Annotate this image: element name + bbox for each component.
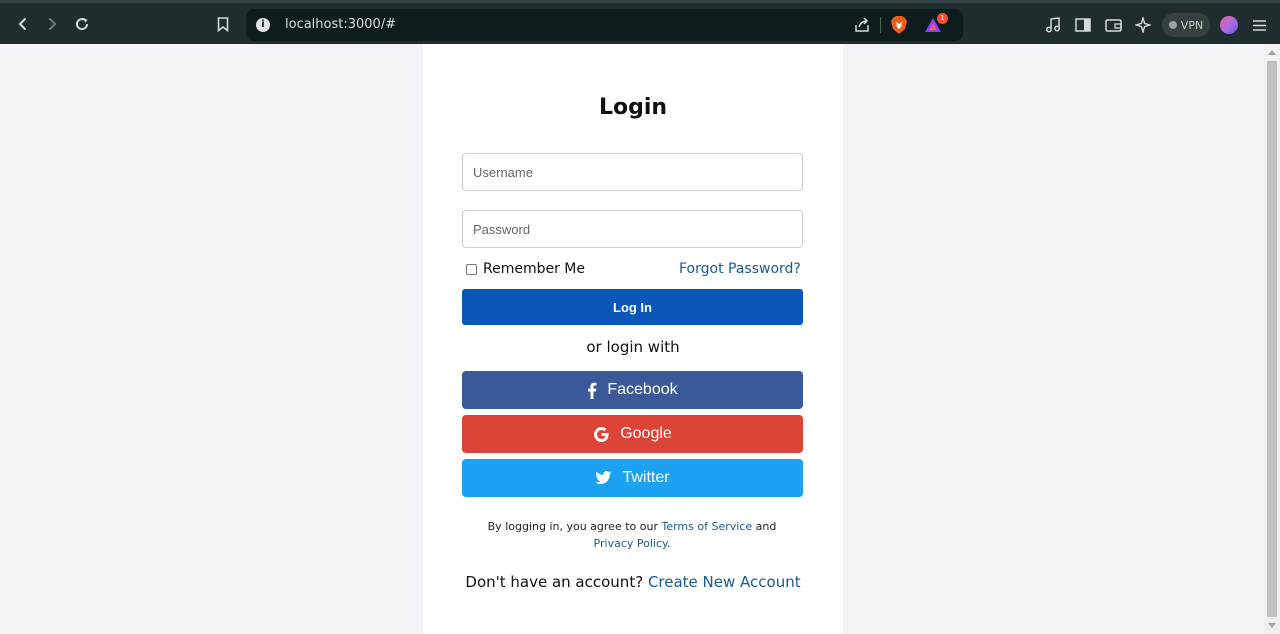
media-icon[interactable] (1043, 15, 1063, 35)
vpn-label: VPN (1180, 18, 1204, 32)
url-divider (880, 17, 881, 33)
facebook-icon (587, 382, 597, 399)
terms-and: and (752, 520, 777, 533)
page-title: Login (598, 95, 668, 120)
back-icon[interactable] (12, 13, 34, 35)
remember-me-label: Remember Me (483, 261, 585, 277)
google-label: Google (620, 425, 672, 442)
google-icon (593, 426, 610, 443)
browser-toolbar: i localhost:3000/# 1 VPN (0, 0, 1280, 44)
leo-ai-icon[interactable] (1133, 15, 1153, 35)
url-text[interactable]: localhost:3000/# (285, 17, 396, 32)
brave-shield-icon[interactable] (890, 15, 908, 40)
signup-prefix: Don't have an account? (465, 573, 648, 591)
vpn-icon (1168, 21, 1177, 29)
scroll-up-arrow-icon[interactable] (1268, 50, 1276, 55)
facebook-label: Facebook (607, 381, 678, 398)
google-login-button[interactable]: Google (462, 415, 803, 453)
info-icon[interactable]: i (256, 18, 270, 32)
remember-me-checkbox[interactable] (466, 263, 477, 275)
terms-notice: By logging in, you agree to our Terms of… (471, 518, 793, 552)
terms-prefix: By logging in, you agree to our (487, 520, 662, 533)
username-input[interactable] (462, 153, 803, 191)
scroll-down-arrow-icon[interactable] (1268, 623, 1276, 628)
vpn-button[interactable]: VPN (1162, 13, 1210, 37)
scroll-thumb[interactable] (1267, 61, 1277, 617)
facebook-login-button[interactable]: Facebook (462, 371, 803, 409)
wallet-icon[interactable] (1103, 15, 1123, 35)
bookmark-icon[interactable] (212, 13, 234, 35)
twitter-icon (595, 471, 612, 485)
profile-icon[interactable] (1220, 16, 1238, 34)
login-button[interactable]: Log In (462, 289, 803, 325)
password-input[interactable] (462, 210, 803, 248)
forward-icon[interactable] (41, 13, 63, 35)
login-card: Login Remember Me Forgot Password? Log I… (423, 44, 843, 634)
terms-suffix: . (666, 537, 671, 550)
forgot-password-link[interactable]: Forgot Password? (679, 261, 801, 277)
menu-icon[interactable] (1249, 15, 1269, 35)
remember-me[interactable]: Remember Me (466, 261, 585, 277)
share-icon[interactable] (854, 17, 870, 38)
sidebar-icon[interactable] (1073, 15, 1093, 35)
page-scrollbar[interactable] (1264, 44, 1280, 634)
reload-icon[interactable] (71, 13, 93, 35)
privacy-policy-link[interactable]: Privacy Policy (594, 537, 667, 550)
or-login-with-text: or login with (586, 338, 680, 356)
notification-badge: 1 (937, 13, 948, 24)
twitter-label: Twitter (622, 469, 670, 486)
terms-of-service-link[interactable]: Terms of Service (661, 520, 752, 533)
twitter-login-button[interactable]: Twitter (462, 459, 803, 497)
address-bar[interactable]: i localhost:3000/# (246, 9, 963, 41)
signup-prompt: Don't have an account? Create New Accoun… (423, 573, 843, 591)
create-account-link[interactable]: Create New Account (648, 573, 801, 591)
